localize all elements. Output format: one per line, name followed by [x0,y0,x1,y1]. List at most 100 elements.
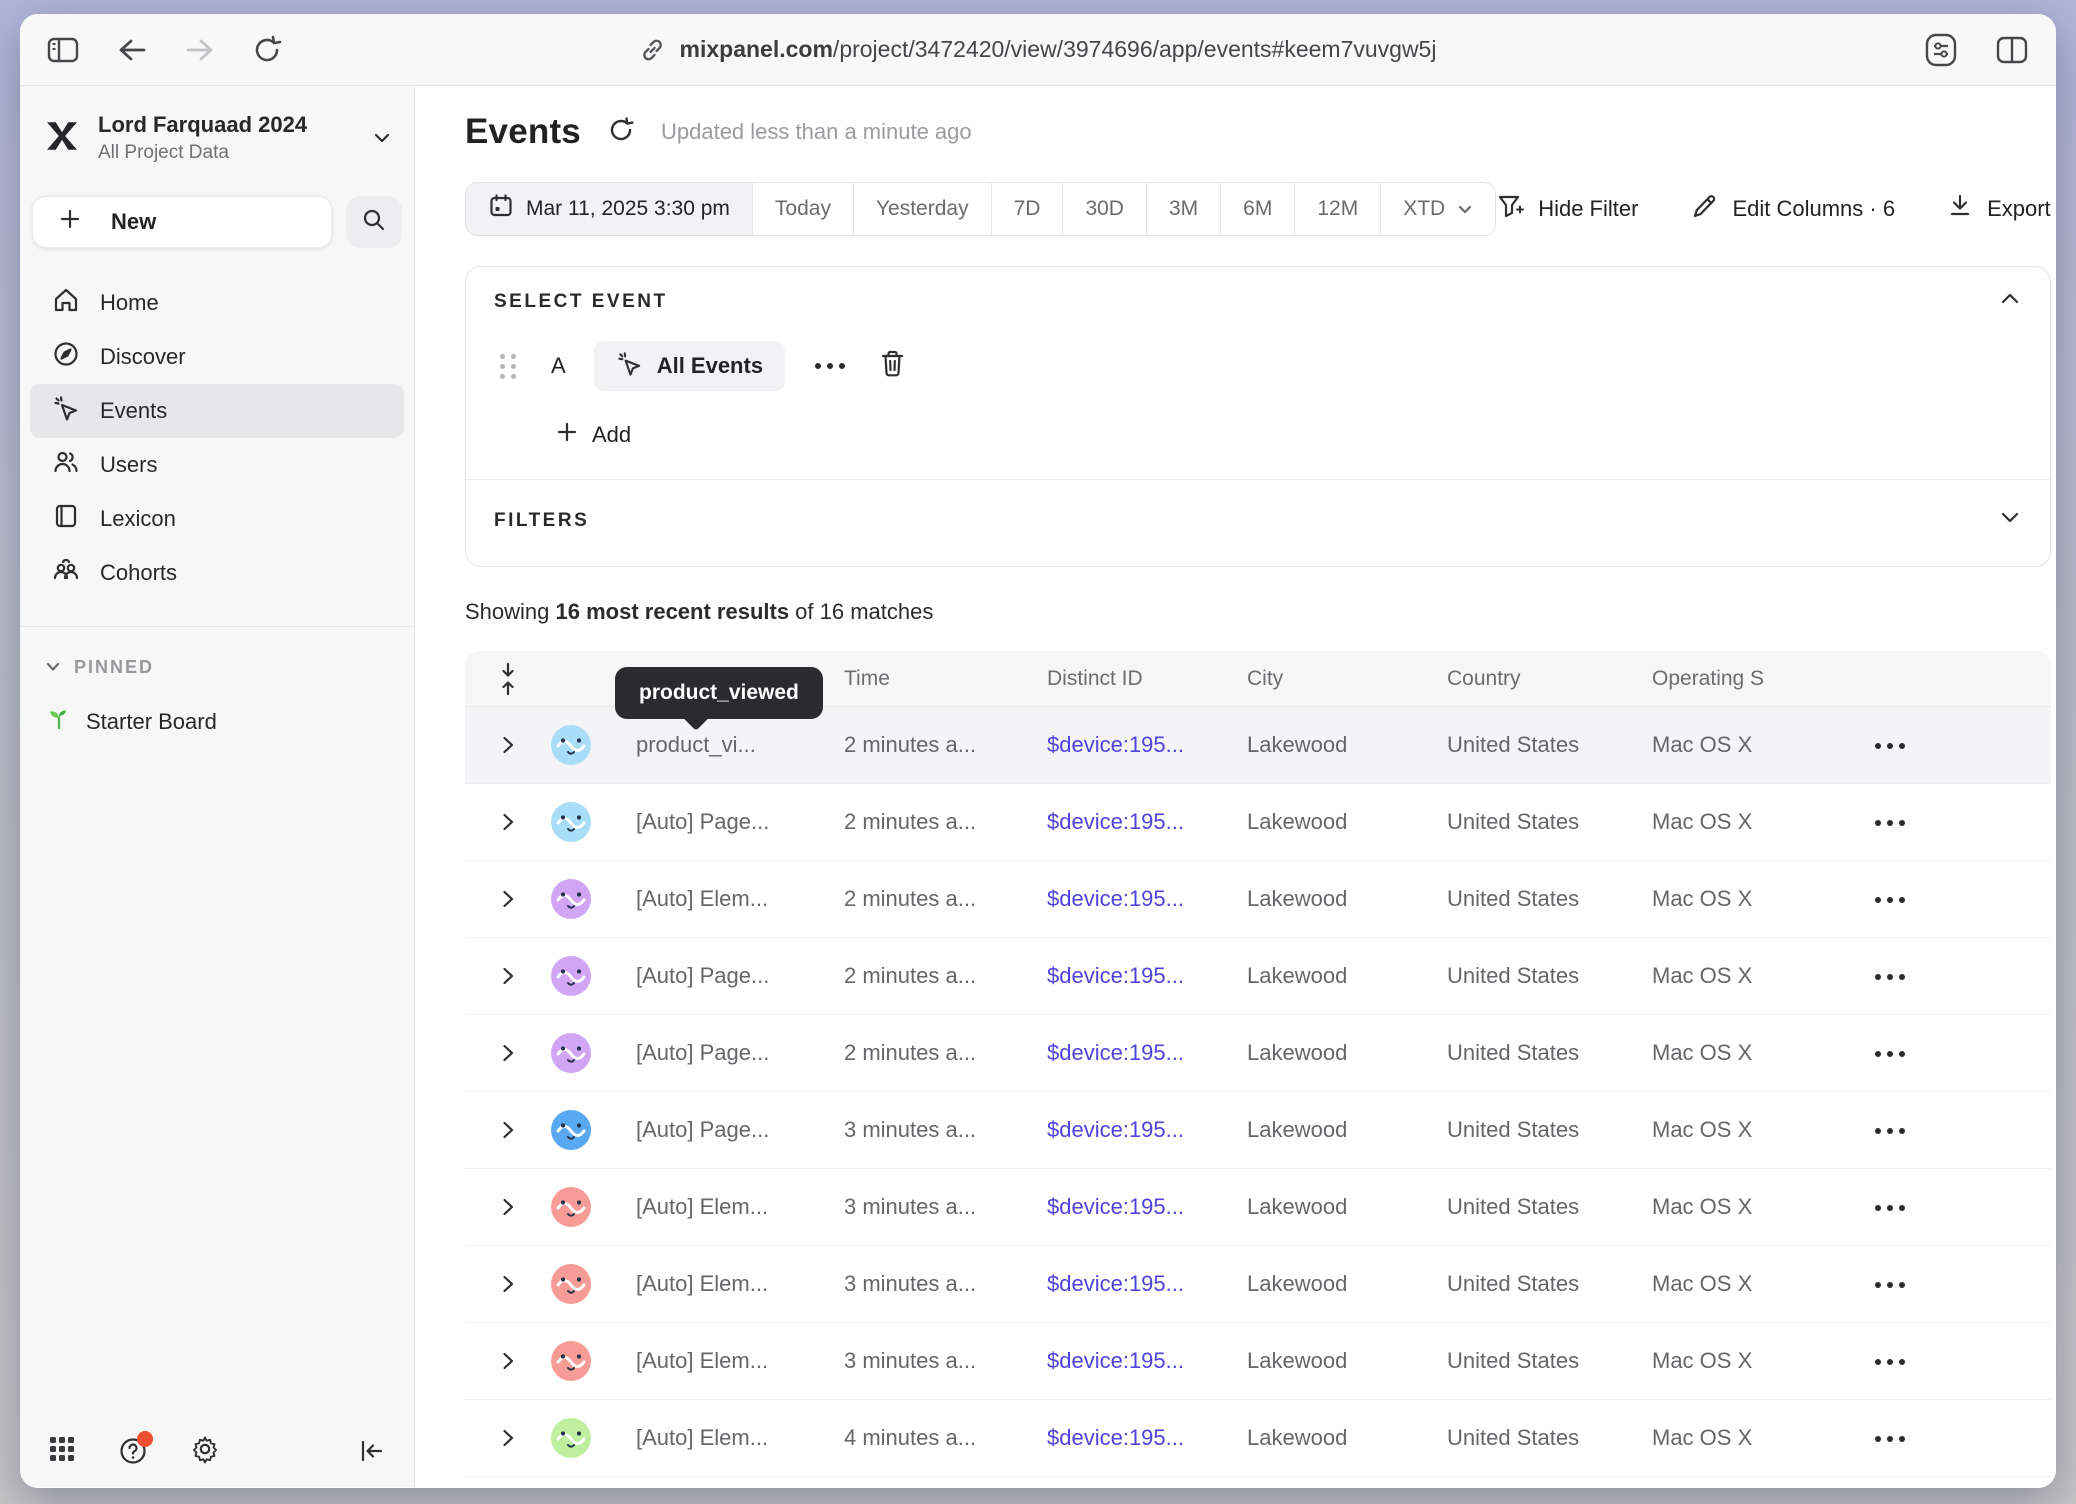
expand-row-chevron[interactable] [465,1119,551,1141]
row-actions-button[interactable] [1869,897,1905,903]
sidebar-item-lexicon[interactable]: Lexicon [30,492,404,546]
date-picker-current[interactable]: Mar 11, 2025 3:30 pm [466,183,752,235]
event-selector-pill[interactable]: All Events [594,341,785,391]
expand-row-chevron[interactable] [465,1196,551,1218]
search-button[interactable] [346,196,402,248]
expand-row-chevron[interactable] [465,1273,551,1295]
forward-icon[interactable] [184,36,216,64]
page-settings-icon[interactable] [1922,31,1960,69]
search-icon [361,207,387,238]
back-icon[interactable] [116,36,148,64]
sidebar: Lord Farquaad 2024 All Project Data New [20,86,415,1487]
row-actions-button[interactable] [1869,1436,1905,1442]
country-cell: United States [1447,1271,1652,1297]
distinct-id-link[interactable]: $device:195... [1047,809,1247,835]
expand-row-chevron[interactable] [465,734,551,756]
distinct-id-link[interactable]: $device:195... [1047,1040,1247,1066]
distinct-id-link[interactable]: $device:195... [1047,1194,1247,1220]
browser-sidebar-toggle-icon[interactable] [46,35,80,65]
new-button[interactable]: New [32,196,332,248]
apps-grid-icon[interactable] [48,1435,76,1468]
add-event-button[interactable]: Add [556,421,2022,449]
notification-badge [137,1431,153,1447]
reload-icon[interactable] [252,35,282,65]
sidebar-item-home[interactable]: Home [30,276,404,330]
os-cell: Mac OS X [1652,1425,1869,1451]
preset-3m[interactable]: 3M [1146,183,1220,235]
url-bar[interactable]: mixpanel.com/project/3472420/view/397469… [640,36,1437,63]
pinned-section-header[interactable]: PINNED [20,627,414,686]
filters-label: FILTERS [494,510,2022,532]
sidebar-item-users[interactable]: Users [30,438,404,492]
table-body: product_vi... 2 minutes a... $device:195… [465,707,2051,1488]
distinct-id-link[interactable]: $device:195... [1047,1348,1247,1374]
event-options-button[interactable] [815,363,845,369]
expand-row-chevron[interactable] [465,888,551,910]
url-host: mixpanel.com [680,36,833,62]
row-actions-button[interactable] [1869,1051,1905,1057]
distinct-id-link[interactable]: $device:195... [1047,732,1247,758]
distinct-id-link[interactable]: $device:195... [1047,886,1247,912]
table-row: [Auto] Page... 2 minutes a... $device:19… [465,1015,2051,1092]
header-country[interactable]: Country [1447,667,1652,691]
distinct-id-link[interactable]: $device:195... [1047,963,1247,989]
split-view-icon[interactable] [1994,34,2030,66]
os-cell: Mac OS X [1652,1194,1869,1220]
preset-30d[interactable]: 30D [1062,183,1146,235]
table-row [465,1477,2051,1488]
expand-row-chevron[interactable] [465,1042,551,1064]
sidebar-item-starter-board[interactable]: Starter Board [20,686,414,758]
row-actions-button[interactable] [1869,1282,1905,1288]
plus-icon [556,421,578,449]
drag-handle[interactable] [500,354,517,379]
header-time[interactable]: Time [844,667,1047,691]
preset-today[interactable]: Today [752,183,853,235]
sidebar-item-discover[interactable]: Discover [30,330,404,384]
project-switcher[interactable]: Lord Farquaad 2024 All Project Data [20,86,414,174]
sidebar-item-label: Events [100,398,167,424]
distinct-id-link[interactable]: $device:195... [1047,1117,1247,1143]
calendar-icon [488,193,514,225]
gear-icon[interactable] [190,1434,220,1469]
country-cell: United States [1447,886,1652,912]
distinct-id-link[interactable]: $device:195... [1047,1425,1247,1451]
preset-6m[interactable]: 6M [1220,183,1294,235]
export-button[interactable]: Export [1947,192,2051,226]
collapse-sidebar-icon[interactable] [358,1438,386,1464]
expand-row-chevron[interactable] [465,1427,551,1449]
trash-icon[interactable] [879,349,906,383]
hide-filter-button[interactable]: Hide Filter [1496,192,1638,226]
chevron-down-icon[interactable] [1998,510,2022,525]
refresh-icon[interactable] [607,116,635,149]
header-distinct-id[interactable]: Distinct ID [1047,667,1247,691]
sidebar-item-events[interactable]: Events [30,384,404,438]
row-actions-button[interactable] [1869,1205,1905,1211]
row-actions-button[interactable] [1869,820,1905,826]
row-actions-button[interactable] [1869,1359,1905,1365]
help-button[interactable] [118,1436,148,1466]
header-os[interactable]: Operating S [1652,667,1869,691]
sidebar-item-cohorts[interactable]: Cohorts [30,546,404,600]
sort-icon[interactable] [465,662,551,696]
city-cell: Lakewood [1247,1425,1447,1451]
time-cell: 3 minutes a... [844,1271,1047,1297]
row-actions-button[interactable] [1869,974,1905,980]
expand-row-chevron[interactable] [465,811,551,833]
preset-12m[interactable]: 12M [1294,183,1380,235]
chevron-up-icon[interactable] [1998,291,2022,306]
edit-columns-button[interactable]: Edit Columns · 6 [1690,192,1895,226]
preset-xtd[interactable]: XTD [1380,183,1495,235]
expand-row-chevron[interactable] [465,965,551,987]
row-actions-button[interactable] [1869,1128,1905,1134]
row-actions-button[interactable] [1869,743,1905,749]
preset-7d[interactable]: 7D [991,183,1063,235]
country-cell: United States [1447,963,1652,989]
select-event-section: SELECT EVENT A All Events [466,267,2050,479]
time-cell: 2 minutes a... [844,886,1047,912]
distinct-id-link[interactable]: $device:195... [1047,1271,1247,1297]
mixpanel-logo-icon [42,116,82,161]
header-city[interactable]: City [1247,667,1447,691]
expand-row-chevron[interactable] [465,1350,551,1372]
preset-yesterday[interactable]: Yesterday [853,183,991,235]
event-name-cell: [Auto] Page... [636,809,844,835]
